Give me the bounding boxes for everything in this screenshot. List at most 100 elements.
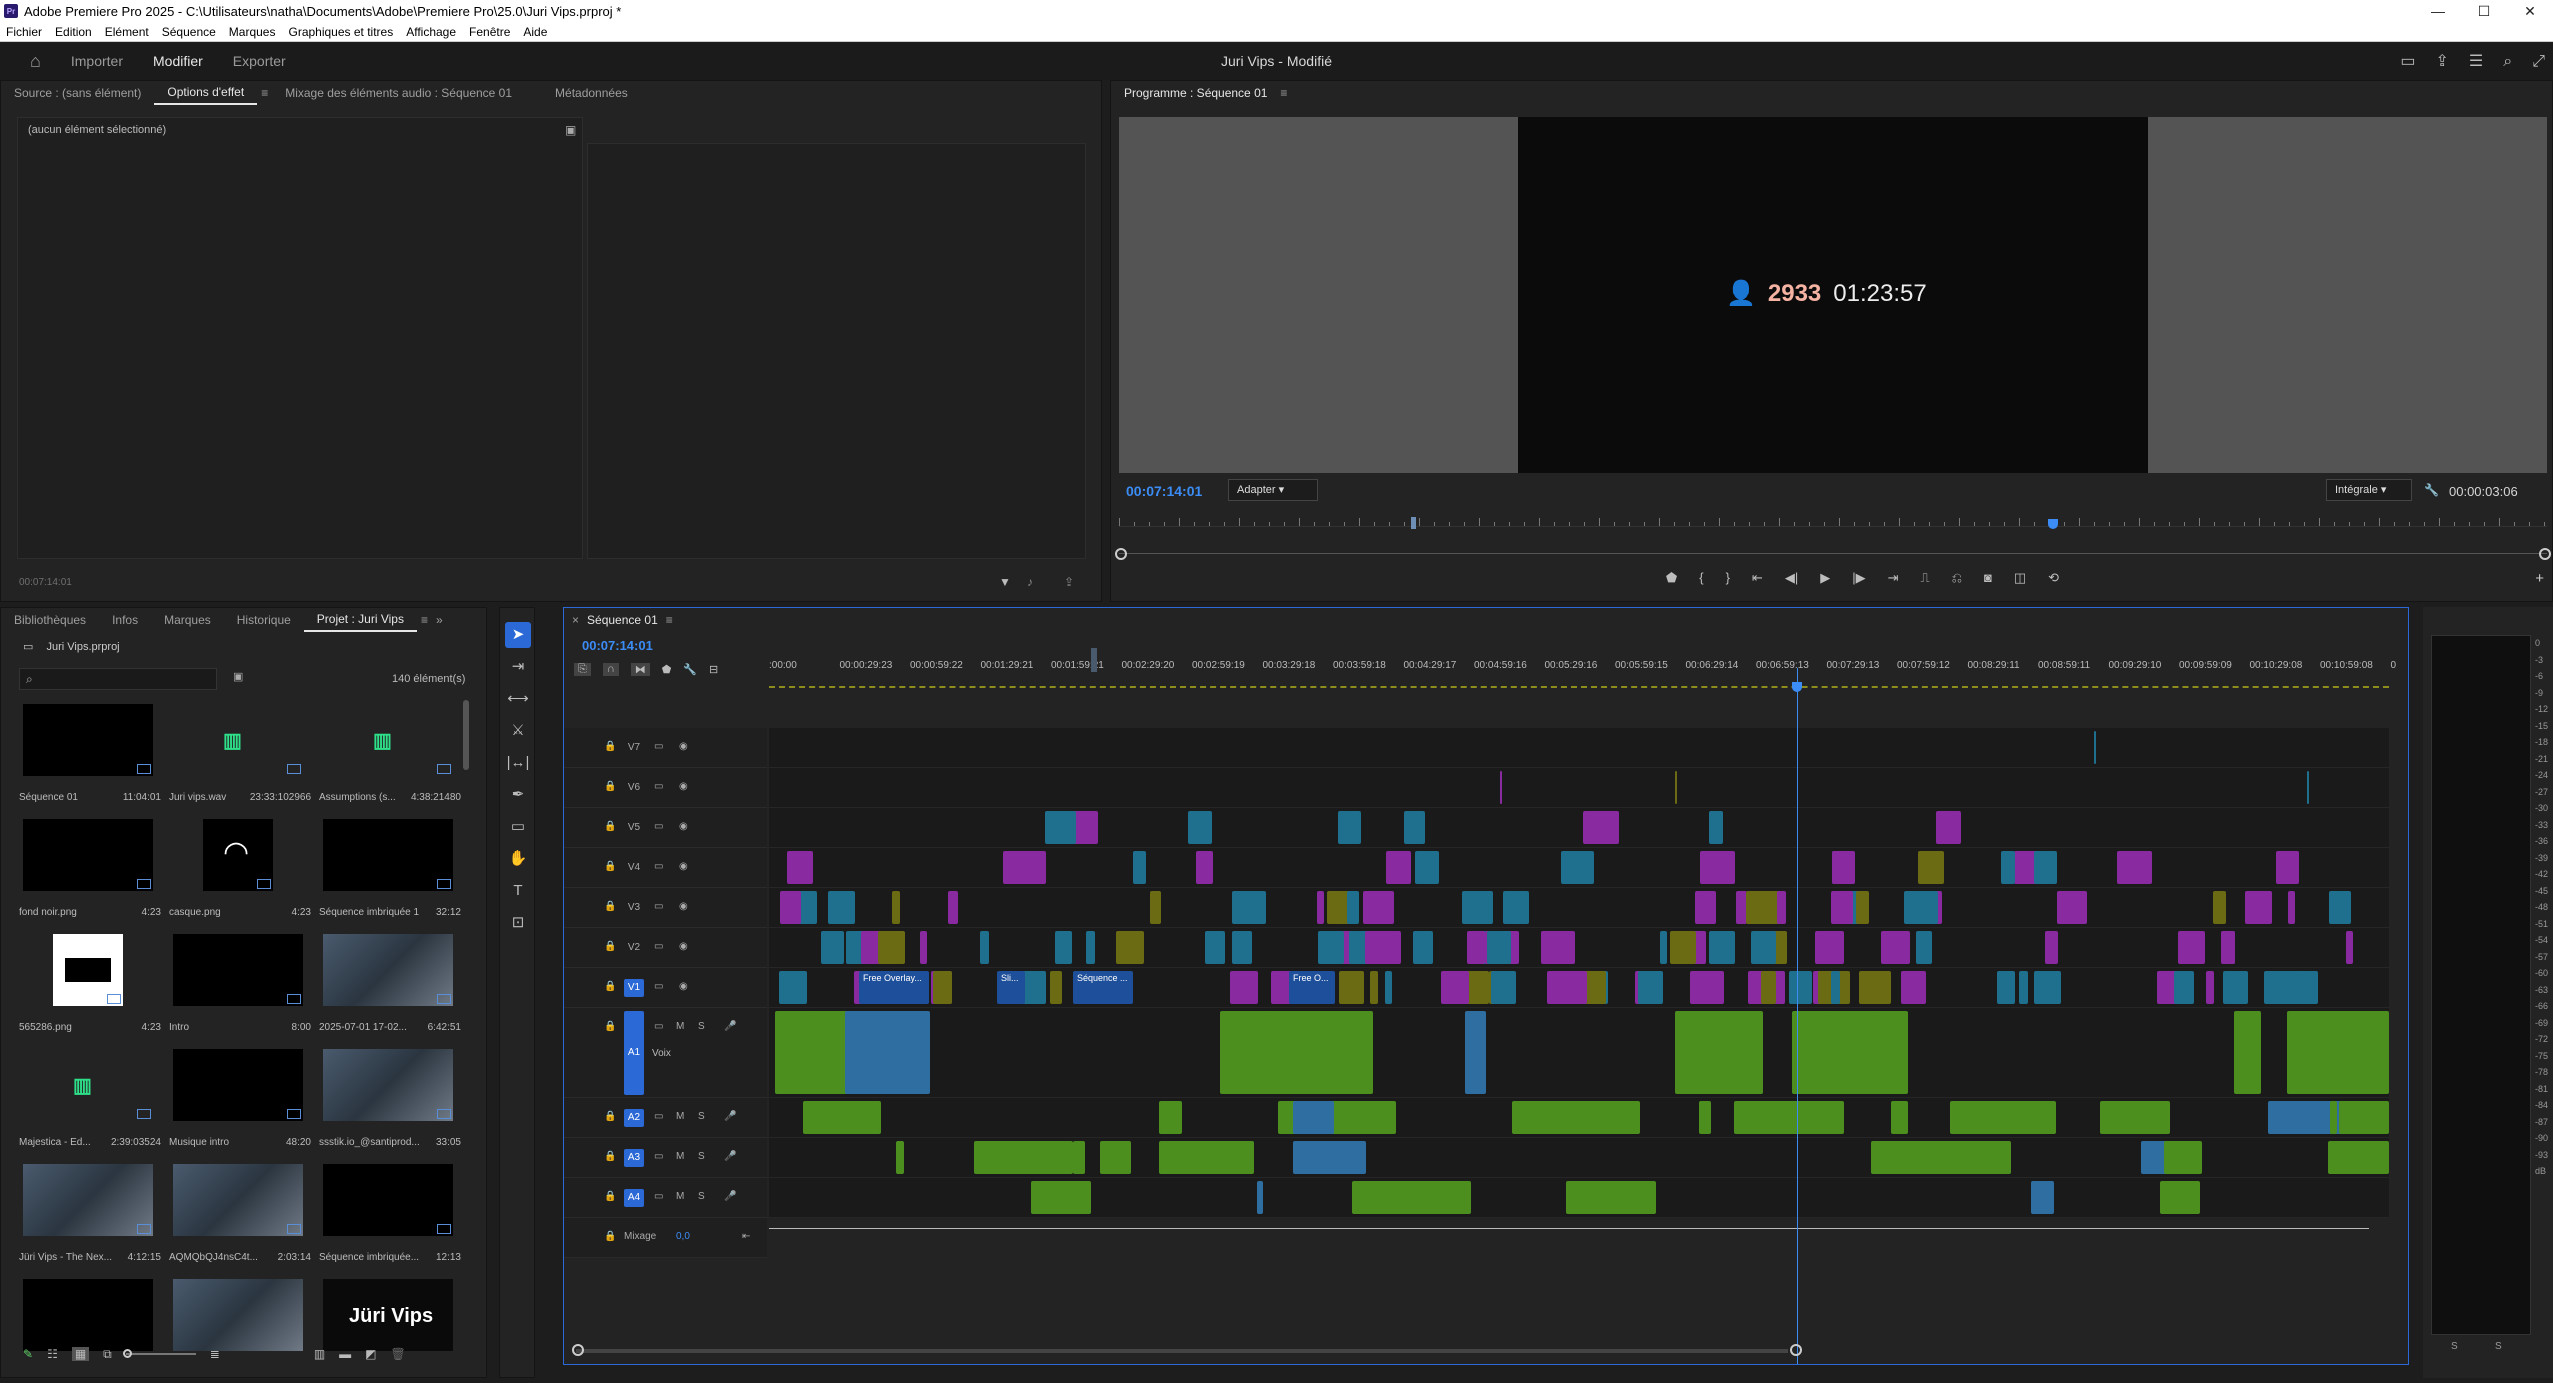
- project-item-thumb[interactable]: [23, 1164, 153, 1236]
- track-header-v6[interactable]: 🔒 V6 ▭ ◉: [564, 768, 767, 808]
- clip[interactable]: [2057, 891, 2088, 924]
- track-lane-v6[interactable]: [769, 768, 2389, 808]
- workspace-modifier[interactable]: Modifier: [138, 43, 218, 80]
- clip[interactable]: [2307, 771, 2310, 804]
- mix-volume-line[interactable]: [769, 1228, 2369, 1229]
- track-lane-v4[interactable]: [769, 848, 2389, 888]
- clip[interactable]: [2244, 891, 2273, 924]
- menu-affichage[interactable]: Affichage: [406, 25, 456, 39]
- search-icon[interactable]: ⌕: [2503, 43, 2512, 80]
- clip[interactable]: [1385, 851, 1412, 884]
- new-bin-icon[interactable]: ▬: [339, 1347, 351, 1361]
- track-select-tool-icon[interactable]: ⇥: [505, 654, 531, 680]
- clip[interactable]: [1708, 931, 1735, 964]
- linked-selection-icon[interactable]: ⧓: [630, 663, 650, 676]
- clip[interactable]: [1026, 851, 1046, 884]
- new-item-icon[interactable]: ◩: [365, 1347, 376, 1361]
- clip[interactable]: [1159, 1101, 1183, 1134]
- clip[interactable]: [1244, 891, 1267, 924]
- project-item-thumb[interactable]: [173, 1279, 303, 1351]
- clip[interactable]: [1256, 1181, 1264, 1214]
- snap-icon[interactable]: ∩: [602, 663, 619, 676]
- clip[interactable]: [1292, 1101, 1334, 1134]
- sync-lock-icon[interactable]: ▭: [654, 901, 663, 912]
- clip[interactable]: [2001, 851, 2015, 884]
- track-lane-v2[interactable]: [769, 928, 2389, 968]
- clip[interactable]: [2019, 971, 2029, 1004]
- clip[interactable]: [1708, 811, 1723, 844]
- sync-lock-icon[interactable]: ▭: [654, 821, 663, 832]
- clip[interactable]: [820, 931, 845, 964]
- clip[interactable]: [844, 1011, 931, 1094]
- mute-button[interactable]: M: [676, 1191, 684, 1202]
- track-name[interactable]: A3: [624, 1149, 644, 1167]
- clip[interactable]: [1890, 1101, 1909, 1134]
- clip[interactable]: [2034, 971, 2062, 1004]
- clip[interactable]: [1486, 931, 1512, 964]
- solo-button[interactable]: S: [698, 1151, 705, 1162]
- selection-tool-icon[interactable]: ➤: [505, 622, 531, 648]
- track-name[interactable]: V1: [624, 979, 644, 997]
- toggle-timeline-icon[interactable]: ▣: [565, 123, 576, 137]
- clip[interactable]: [1582, 811, 1619, 844]
- clip[interactable]: [1540, 931, 1576, 964]
- export-frame-icon[interactable]: ♪: [1027, 575, 1033, 589]
- filter-icon[interactable]: ▼: [999, 575, 1011, 589]
- clip[interactable]: [1414, 851, 1440, 884]
- timeline-scrollbar[interactable]: [576, 1349, 1788, 1353]
- project-item-thumb[interactable]: [23, 704, 153, 776]
- track-name[interactable]: A2: [624, 1109, 644, 1127]
- scroll-handle-right[interactable]: [1790, 1344, 1802, 1356]
- pen-tool-icon[interactable]: ✒: [505, 782, 531, 808]
- close-sequence-icon[interactable]: ×: [564, 608, 583, 632]
- track-name[interactable]: V4: [624, 859, 644, 877]
- clip[interactable]: [2174, 971, 2194, 1004]
- clip[interactable]: [1049, 971, 1063, 1004]
- clip[interactable]: [1365, 931, 1401, 964]
- clip[interactable]: [1831, 891, 1854, 924]
- clip[interactable]: [1413, 931, 1433, 964]
- project-item-thumb[interactable]: Jüri Vips: [323, 1279, 453, 1351]
- compare-icon[interactable]: ◫: [2014, 570, 2026, 592]
- clip[interactable]: [1382, 1181, 1440, 1214]
- project-item-thumb[interactable]: [53, 934, 123, 1006]
- work-area-marker[interactable]: [1091, 648, 1097, 672]
- clip[interactable]: [980, 931, 989, 964]
- tab-history[interactable]: Historique: [224, 608, 304, 632]
- more-tabs-icon[interactable]: »: [432, 608, 447, 632]
- clip[interactable]: [1490, 971, 1516, 1004]
- sync-lock-icon[interactable]: ▭: [654, 1191, 663, 1202]
- clip[interactable]: [1317, 891, 1325, 924]
- clip[interactable]: [786, 971, 798, 1004]
- tab-effect-options[interactable]: Options d'effet: [154, 81, 258, 105]
- clip[interactable]: [1690, 971, 1724, 1004]
- clip[interactable]: [1917, 851, 1945, 884]
- project-scrollbar[interactable]: [463, 700, 469, 770]
- project-item-thumb[interactable]: ▥: [23, 1049, 153, 1121]
- clip[interactable]: [2222, 971, 2245, 1004]
- mute-button[interactable]: M: [676, 1151, 684, 1162]
- clip[interactable]: [1404, 811, 1426, 844]
- clip[interactable]: [1385, 971, 1392, 1004]
- clip[interactable]: [1637, 971, 1664, 1004]
- add-marker-icon[interactable]: ⬟: [662, 663, 672, 676]
- clip[interactable]: [1902, 1141, 1980, 1174]
- tab-infos[interactable]: Infos: [99, 608, 151, 632]
- project-item-thumb[interactable]: ▥: [173, 704, 303, 776]
- clip[interactable]: [2044, 931, 2059, 964]
- track-lane-v7[interactable]: [769, 728, 2389, 768]
- solo-button[interactable]: S: [698, 1191, 705, 1202]
- track-header-v5[interactable]: 🔒 V5 ▭ ◉: [564, 808, 767, 848]
- add-button-icon[interactable]: +: [2535, 570, 2544, 587]
- workspace-exporter[interactable]: Exporter: [218, 43, 301, 80]
- fit-dropdown[interactable]: Adapter ▾: [1228, 479, 1318, 501]
- timeline-ruler[interactable]: :00:00 00:00:29:23 00:00:59:22 00:01:29:21 0…: [769, 660, 2396, 688]
- clip[interactable]: [1901, 971, 1926, 1004]
- clip[interactable]: [892, 891, 900, 924]
- go-to-end-icon[interactable]: ⇤: [742, 1231, 750, 1242]
- clip[interactable]: [878, 931, 905, 964]
- mic-icon[interactable]: 🎤: [724, 1111, 736, 1122]
- sync-lock-icon[interactable]: ▭: [654, 1021, 663, 1032]
- clip[interactable]: [1464, 1011, 1486, 1094]
- clip[interactable]: [2177, 931, 2205, 964]
